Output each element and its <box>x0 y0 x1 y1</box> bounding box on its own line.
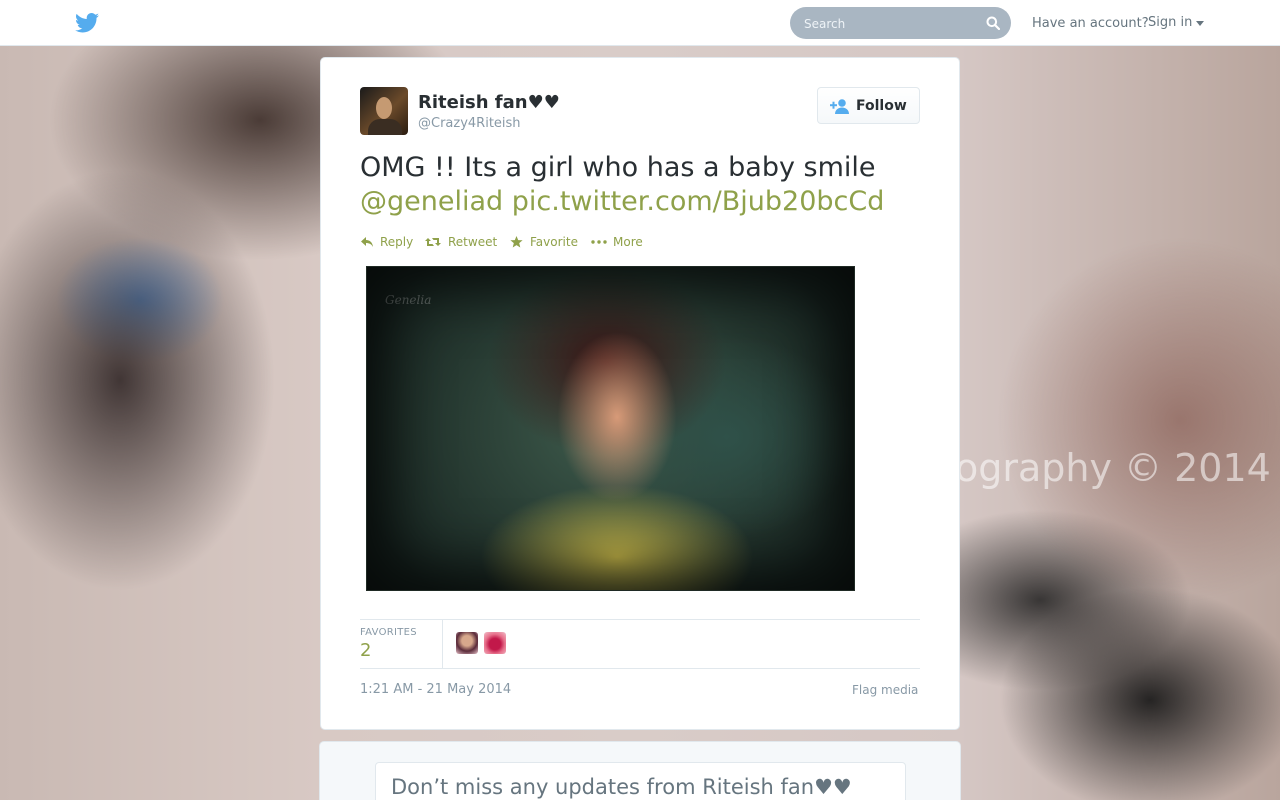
follow-button[interactable]: Follow <box>817 87 920 124</box>
media-link[interactable]: pic.twitter.com/Bjub20bcCd <box>512 186 885 217</box>
avatar-body <box>368 119 402 135</box>
more-icon <box>591 240 607 244</box>
sign-in-link[interactable]: Sign in <box>1148 15 1192 30</box>
user-handle[interactable]: @Crazy4Riteish <box>418 116 521 131</box>
top-bar: Have an account? Sign in <box>0 0 1280 46</box>
star-icon <box>510 236 523 248</box>
user-fullname[interactable]: Riteish fan♥♥ <box>418 92 560 113</box>
flag-media-link[interactable]: Flag media <box>852 683 918 697</box>
tweet-card: Riteish fan♥♥ @Crazy4Riteish Follow OMG … <box>320 57 960 730</box>
retweet-icon <box>425 238 441 246</box>
tweet-media-photo[interactable]: Genelia <box>366 266 855 591</box>
signup-panel: Don’t miss any updates from Riteish fan♥… <box>319 741 961 800</box>
favorites-label: FAVORITES <box>360 627 417 638</box>
avatar-face <box>376 97 392 119</box>
tweet-text: OMG !! Its a girl who has a baby smile @g… <box>360 151 930 219</box>
more-label: More <box>613 235 643 249</box>
background-watermark: ography © 2014 <box>955 446 1271 490</box>
add-user-icon <box>830 99 849 114</box>
search-box[interactable] <box>790 7 1011 39</box>
signup-callout: Don’t miss any updates from Riteish fan♥… <box>375 762 906 800</box>
favoriter-avatar[interactable] <box>456 632 478 654</box>
favorites-count[interactable]: 2 <box>360 640 371 661</box>
tweet-stats: FAVORITES 2 <box>360 619 920 669</box>
retweet-label: Retweet <box>448 235 498 249</box>
favorite-label: Favorite <box>530 235 578 249</box>
favoriter-avatar[interactable] <box>484 632 506 654</box>
tweet-timestamp: 1:21 AM - 21 May 2014 <box>360 682 512 697</box>
reply-label: Reply <box>380 235 414 249</box>
signup-title: Don’t miss any updates from Riteish fan♥… <box>391 775 852 799</box>
search-icon[interactable] <box>986 16 1000 30</box>
tweet-text-body: OMG !! Its a girl who has a baby smile <box>360 152 876 183</box>
mention-link[interactable]: @geneliad <box>360 186 503 217</box>
twitter-bird-icon[interactable] <box>75 13 99 33</box>
chevron-down-icon[interactable] <box>1196 21 1204 26</box>
photo-vignette <box>367 267 854 590</box>
follow-label: Follow <box>856 98 907 114</box>
reply-icon <box>361 237 373 247</box>
search-input[interactable] <box>802 13 976 35</box>
stats-divider <box>442 620 443 668</box>
have-account-text: Have an account? <box>1032 16 1149 31</box>
avatar[interactable] <box>360 87 408 135</box>
